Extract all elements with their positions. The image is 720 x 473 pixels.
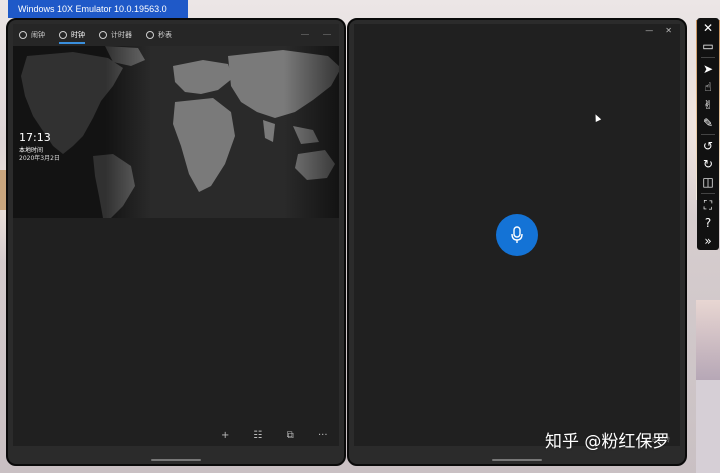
multi-touch-button[interactable]: ✌ (699, 97, 717, 113)
more-button[interactable]: ··· (314, 426, 332, 444)
timer-icon (99, 31, 107, 39)
help-button[interactable]: ? (699, 215, 717, 231)
microphone-button[interactable] (496, 214, 538, 256)
local-date: 2020年3月2日 (19, 155, 60, 162)
watermark: 知乎 @粉红保罗 (545, 432, 670, 452)
rotate-left-button[interactable]: ↺ (699, 138, 717, 154)
more-tools-button[interactable]: » (699, 233, 717, 249)
emulator-title-bar[interactable]: Windows 10X Emulator 10.0.19563.0 (Previ… (8, 0, 188, 32)
local-time: 17:13 (19, 131, 51, 144)
minimize-emulator-button[interactable]: ▭ (699, 38, 717, 54)
tab-stopwatch-label: 秒表 (158, 31, 172, 39)
emulator-toolbar: ✕ ▭ ➤ ☝ ✌ ✎ ↺ ↻ ◫ ⛶ ? » (697, 18, 719, 250)
close-icon[interactable] (323, 34, 331, 35)
clock-tab-bar: 闹钟 时钟 计时器 秒表 (13, 24, 339, 46)
left-screen-frame: 闹钟 时钟 计时器 秒表 17:13 本地时间 2020年3月2日 + ☷ ⧉ … (6, 18, 346, 466)
tab-alarm-label: 闹钟 (31, 31, 45, 39)
add-clock-button[interactable]: + (216, 426, 234, 444)
minimize-button[interactable]: — (645, 26, 653, 35)
tab-timer-label: 计时器 (111, 31, 132, 39)
voice-app-window: — ✕ 中 B 轻转 (354, 24, 680, 446)
right-screen-frame: — ✕ 中 B 轻转 (347, 18, 687, 466)
alarm-icon (19, 31, 27, 39)
clock-bottom-toolbar: + ☷ ⧉ ··· (209, 424, 339, 446)
tab-world-clock[interactable]: 时钟 (59, 24, 85, 46)
right-home-bar[interactable] (492, 459, 542, 461)
toolbar-divider (701, 193, 715, 194)
left-home-bar[interactable] (151, 459, 201, 461)
tab-stopwatch[interactable]: 秒表 (146, 24, 172, 46)
screenshot-button[interactable]: ⛶ (699, 197, 717, 213)
microphone-icon (511, 226, 523, 243)
pen-tool-button[interactable]: ✎ (699, 115, 717, 131)
world-map[interactable]: 17:13 本地时间 2020年3月2日 (13, 46, 339, 218)
toolbar-divider (701, 57, 715, 58)
minimize-icon[interactable] (301, 34, 309, 35)
clock-window-controls (301, 30, 331, 35)
stopwatch-icon (146, 31, 154, 39)
touch-tool-button[interactable]: ☝ (699, 79, 717, 95)
tab-alarm[interactable]: 闹钟 (19, 24, 45, 46)
posture-button[interactable]: ◫ (699, 174, 717, 190)
mouse-cursor-icon (592, 113, 602, 122)
compare-button[interactable]: ⧉ (281, 426, 299, 444)
close-button[interactable]: ✕ (665, 26, 672, 35)
select-tool-button[interactable]: ➤ (699, 61, 717, 77)
clock-app-window: 闹钟 时钟 计时器 秒表 17:13 本地时间 2020年3月2日 + ☷ ⧉ … (13, 24, 339, 446)
list-view-button[interactable]: ☷ (249, 426, 267, 444)
rotate-right-button[interactable]: ↻ (699, 156, 717, 172)
world-clock-icon (59, 31, 67, 39)
world-map-graphic (13, 46, 339, 218)
toolbar-divider (701, 134, 715, 135)
tab-timer[interactable]: 计时器 (99, 24, 132, 46)
close-emulator-button[interactable]: ✕ (699, 20, 717, 36)
voice-window-controls: — ✕ (645, 26, 672, 35)
tab-world-clock-label: 时钟 (71, 31, 85, 39)
